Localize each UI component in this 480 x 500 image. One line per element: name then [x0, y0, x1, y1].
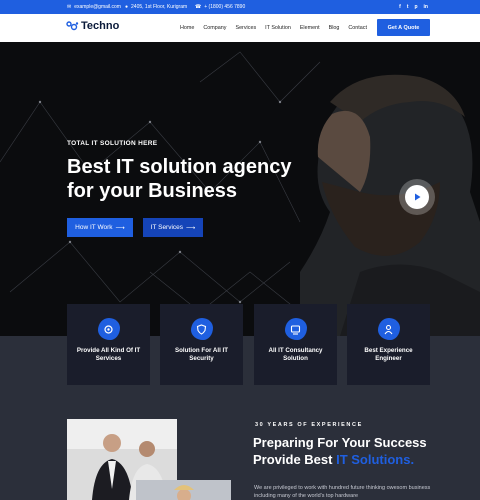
email-text: example@gmail.com	[74, 4, 121, 10]
nav-item-home[interactable]: Home	[180, 25, 194, 31]
phone-text: + (1800) 456 7890	[204, 4, 246, 10]
meeting-photo	[136, 480, 231, 500]
about-title-line-2: Provide Best IT Solutions.	[253, 451, 453, 468]
play-icon	[415, 193, 421, 201]
video-play-button[interactable]	[399, 179, 435, 215]
location-icon: ●	[125, 4, 129, 10]
meeting-photo-art	[136, 480, 231, 500]
hero-title: Best IT solution agency for your Busines…	[67, 155, 327, 203]
feature-label: Solution For All IT Security	[174, 347, 229, 362]
nav-item-it-solution[interactable]: IT Solution	[265, 25, 291, 31]
get-quote-button[interactable]: Get A Quote	[377, 19, 430, 36]
phone-contact[interactable]: ☎ + (1800) 456 7890	[195, 4, 245, 10]
nav-item-element[interactable]: Element	[300, 25, 320, 31]
hero-title-line-1: Best IT solution agency	[67, 156, 292, 178]
feature-card-security[interactable]: Solution For All IT Security	[160, 304, 243, 385]
how-it-work-button[interactable]: How IT Work ⟶	[67, 218, 133, 237]
mail-icon: ✉	[67, 4, 72, 10]
logo-text: Techno	[81, 20, 120, 32]
nav-item-company[interactable]: Company	[203, 25, 226, 31]
hero-portrait	[300, 74, 480, 336]
feature-label: Best Experience Engineer	[364, 347, 413, 362]
it-services-button[interactable]: IT Services ⟶	[143, 218, 203, 237]
nav-item-services[interactable]: Services	[235, 25, 256, 31]
feature-label: Provide All Kind Of IT Services	[76, 347, 141, 362]
top-info-bar: ✉ example@gmail.com ● 2405, 1st Floor, K…	[0, 0, 480, 14]
arrow-right-icon: ⟶	[115, 224, 125, 232]
hero-section: TOTAL IT SOLUTION HERE Best IT solution …	[0, 42, 480, 336]
it-services-label: IT Services	[150, 224, 184, 231]
main-navbar: Techno Home Company Services IT Solution…	[0, 14, 480, 42]
how-it-work-label: How IT Work	[75, 224, 113, 231]
logo-icon	[66, 21, 79, 31]
about-paragraph: We are privileged to work with hundred f…	[254, 485, 431, 499]
facebook-icon[interactable]: f	[399, 4, 401, 10]
experience-kicker: 30 YEARS OF EXPERIENCE	[255, 422, 363, 428]
twitter-icon[interactable]: t	[407, 4, 409, 10]
feature-label: All IT Consultancy Solution	[268, 347, 323, 362]
about-title-plain: Provide Best	[253, 452, 337, 467]
nav-item-contact[interactable]: Contact	[348, 25, 367, 31]
email-contact[interactable]: ✉ example@gmail.com	[67, 4, 121, 10]
engineer-icon	[377, 318, 400, 340]
address-contact: ● 2405, 1st Floor, Kurigram	[125, 4, 187, 10]
feature-card-consultancy[interactable]: All IT Consultancy Solution	[254, 304, 337, 385]
nav-item-blog[interactable]: Blog	[329, 25, 340, 31]
about-title: Preparing For Your Success Provide Best …	[253, 434, 453, 468]
about-title-accent: IT Solutions.	[336, 452, 415, 467]
services-icon	[97, 318, 120, 340]
play-circle	[405, 185, 429, 209]
phone-icon: ☎	[195, 4, 202, 10]
feature-card-engineer[interactable]: Best Experience Engineer	[347, 304, 430, 385]
hero-tagline: TOTAL IT SOLUTION HERE	[67, 140, 158, 147]
security-icon	[190, 318, 213, 340]
consultancy-icon	[284, 318, 307, 340]
site-logo[interactable]: Techno	[66, 20, 119, 32]
pinterest-icon[interactable]: p	[414, 4, 417, 10]
linkedin-icon[interactable]: in	[424, 4, 428, 10]
feature-card-services[interactable]: Provide All Kind Of IT Services	[67, 304, 150, 385]
arrow-right-icon: ⟶	[186, 224, 196, 232]
hero-title-line-2: for your Business	[67, 180, 238, 202]
social-links: f t p in	[399, 4, 428, 10]
about-title-line-1: Preparing For Your Success	[253, 435, 427, 450]
nav-menu: Home Company Services IT Solution Elemen…	[180, 25, 367, 31]
address-text: 2405, 1st Floor, Kurigram	[131, 4, 188, 10]
